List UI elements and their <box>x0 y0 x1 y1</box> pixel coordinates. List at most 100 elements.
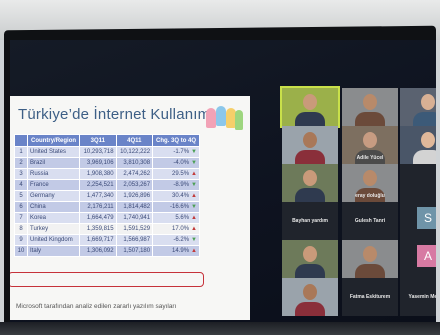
participant-tile[interactable]: S <box>400 202 436 240</box>
change-cell: -16.6% ▼ <box>152 201 200 213</box>
down-arrow-icon: ▼ <box>191 160 197 166</box>
participant-video-body <box>295 302 325 316</box>
participant-tile[interactable]: Fatma Eskiturem <box>342 278 398 316</box>
q4-value-cell: 3,810,308 <box>115 157 154 169</box>
rank-cell: 10 <box>14 245 28 257</box>
up-arrow-icon: ▲ <box>191 248 197 254</box>
change-value: 14.9% <box>172 248 190 254</box>
participant-tile[interactable]: Yasemin Memen <box>400 278 436 316</box>
participant-video-face <box>421 132 435 148</box>
q3-value-cell: 1,664,479 <box>79 212 117 224</box>
q3-value-cell: 1,908,380 <box>79 168 117 180</box>
country-cell: United States <box>26 146 81 158</box>
change-value: 5.6% <box>175 215 190 221</box>
q3-value-cell: 1,669,717 <box>79 234 117 246</box>
participant-tile[interactable] <box>282 164 338 202</box>
turkey-highlight-box <box>10 272 204 287</box>
participant-video-body <box>355 264 385 278</box>
q4-value-cell: 1,591,529 <box>115 223 154 235</box>
participant-name: Bayhan yardım <box>292 218 328 224</box>
country-cell: Korea <box>26 212 81 224</box>
q3-value-cell: 10,293,718 <box>79 146 117 158</box>
change-cell: -4.0% ▼ <box>152 157 200 169</box>
q4-value-cell: 2,053,267 <box>115 179 154 191</box>
q3-value-cell: 3,969,106 <box>79 157 117 169</box>
children-illustration <box>204 98 244 132</box>
country-cell: Russia <box>26 168 81 180</box>
change-cell: -8.9% ▼ <box>152 179 200 191</box>
q4-value-cell: 1,814,482 <box>115 201 154 213</box>
rank-cell: 7 <box>14 212 28 224</box>
country-cell: Turkey <box>26 223 81 235</box>
participant-tile[interactable] <box>342 88 398 126</box>
rank-cell: 3 <box>14 168 28 180</box>
country-cell: United Kingdom <box>26 234 81 246</box>
table-row: 6 China 2,176,211 1,814,482 -16.6% ▼ <box>14 201 200 213</box>
rank-cell: 4 <box>14 179 28 191</box>
change-cell: 17.0% ▲ <box>152 223 200 235</box>
up-arrow-icon: ▲ <box>191 171 197 177</box>
table-header-3q11: 3Q11 <box>79 134 117 147</box>
table-row: 7 Korea 1,664,479 1,740,941 5.6% ▲ <box>14 212 200 224</box>
participant-tile[interactable] <box>280 86 340 128</box>
participant-tile[interactable] <box>400 164 436 202</box>
participant-avatar: S <box>417 207 436 229</box>
country-cell: Germany <box>26 190 81 202</box>
participant-tile[interactable] <box>282 126 338 164</box>
participant-tile[interactable] <box>400 88 436 126</box>
down-arrow-icon: ▼ <box>191 149 197 155</box>
rank-cell: 9 <box>14 234 28 246</box>
change-cell: 14.9% ▲ <box>152 245 200 257</box>
desk-surface <box>0 322 440 335</box>
participant-video-body <box>413 150 436 164</box>
q4-value-cell: 10,122,222 <box>115 146 154 158</box>
participant-tile[interactable] <box>282 278 338 316</box>
participant-video-body <box>295 112 325 126</box>
rank-cell: 6 <box>14 201 28 213</box>
participant-video-body <box>295 150 325 164</box>
table-row: 10 Italy 1,306,092 1,507,180 14.9% ▲ <box>14 245 200 257</box>
participant-tile[interactable] <box>342 240 398 278</box>
country-cell: Italy <box>26 245 81 257</box>
country-cell: France <box>26 179 81 191</box>
q3-value-cell: 2,254,521 <box>79 179 117 191</box>
table-row: 1 United States 10,293,718 10,122,222 -1.7% ▼ <box>14 146 200 158</box>
country-cell: Brazil <box>26 157 81 169</box>
participant-tile[interactable]: A <box>400 240 436 278</box>
table-header-4q11: 4Q11 <box>115 134 154 147</box>
participant-tile[interactable]: Bayhan yardım <box>282 202 338 240</box>
slide-footnote: Microsoft tarafından analiz edilen zarar… <box>16 303 177 310</box>
q4-value-cell: 1,507,180 <box>115 245 154 257</box>
participant-video-body <box>413 112 436 126</box>
change-cell: 29.5% ▲ <box>152 168 200 180</box>
table-header-rank <box>14 134 28 147</box>
change-cell: -6.2% ▼ <box>152 234 200 246</box>
participant-name: Adile Yücel <box>356 155 384 161</box>
q3-value-cell: 2,176,211 <box>79 201 117 213</box>
change-value: -16.6% <box>170 204 190 210</box>
table-row: 9 United Kingdom 1,669,717 1,566,987 -6.2% ▼ <box>14 234 200 246</box>
participant-video-face <box>363 170 377 186</box>
video-call-screen: Türkiye’de İnternet Kullanımı Country/Re… <box>10 40 436 322</box>
table-row: 8 Turkey 1,359,815 1,591,529 17.0% ▲ <box>14 223 200 235</box>
up-arrow-icon: ▲ <box>191 215 197 221</box>
participant-video-face <box>303 246 317 262</box>
q4-value-cell: 1,566,987 <box>115 234 154 246</box>
participant-tile[interactable]: Gulesh Tanri <box>342 202 398 240</box>
country-cell: China <box>26 201 81 213</box>
change-value: -4.0% <box>173 160 190 166</box>
participant-tile[interactable] <box>282 240 338 278</box>
participant-tile[interactable]: Adile Yücel <box>342 126 398 164</box>
rank-cell: 1 <box>14 146 28 158</box>
q3-value-cell: 1,359,815 <box>79 223 117 235</box>
table-row: 4 France 2,254,521 2,053,267 -8.9% ▼ <box>14 179 200 191</box>
participant-video-face <box>303 170 317 186</box>
participant-video-face <box>363 132 377 148</box>
participant-video-face <box>303 284 317 300</box>
participant-tile[interactable]: eray doluğlu <box>342 164 398 202</box>
participant-tile[interactable] <box>400 126 436 164</box>
rank-cell: 5 <box>14 190 28 202</box>
table-row: 5 Germany 1,477,340 1,926,896 30.4% ▲ <box>14 190 200 202</box>
table-header-country: Country/Region <box>26 134 81 147</box>
participant-avatar: A <box>417 245 436 267</box>
